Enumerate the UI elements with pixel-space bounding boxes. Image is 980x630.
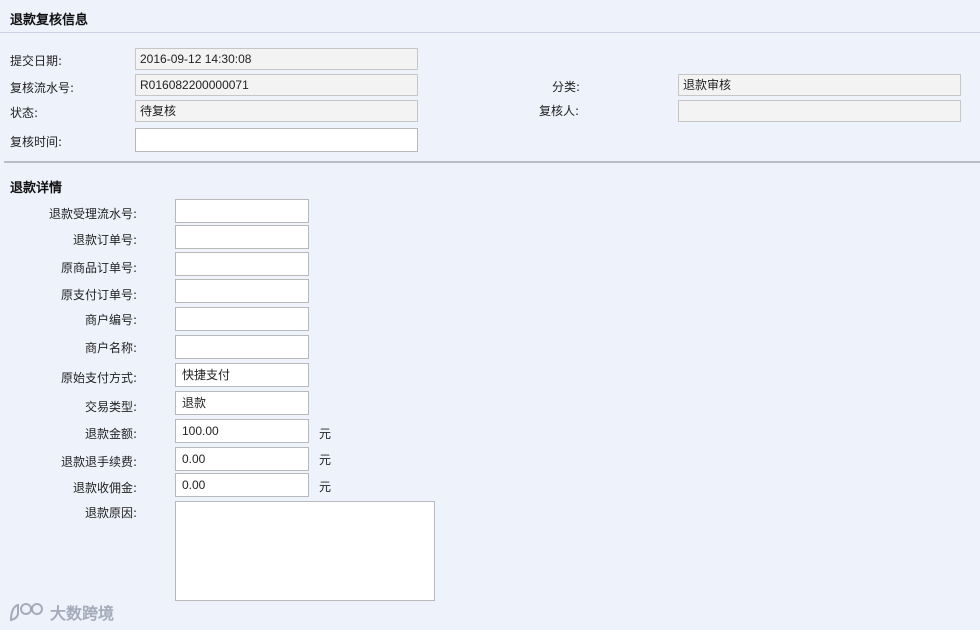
refund-reason-label: 退款原因: <box>84 506 137 520</box>
merchant-name-field[interactable] <box>175 335 309 359</box>
refund-amount-label: 退款金额: <box>84 427 137 441</box>
refund-fee-unit: 元 <box>319 453 332 467</box>
status-label: 状态: <box>10 106 39 120</box>
watermark: 大数跨境 <box>8 600 114 624</box>
merchant-id-label: 商户编号: <box>84 313 137 327</box>
category-field[interactable]: 退款审核 <box>678 74 961 96</box>
submit-date-field[interactable]: 2016-09-12 14:30:08 <box>135 48 418 70</box>
refund-amount-field[interactable]: 100.00 <box>175 419 309 443</box>
reviewer-field[interactable] <box>678 100 961 122</box>
trade-type-label: 交易类型: <box>84 400 137 414</box>
category-label: 分类: <box>552 80 581 94</box>
original-goods-order-field[interactable] <box>175 252 309 276</box>
original-goods-order-label: 原商品订单号: <box>60 261 137 275</box>
original-pay-method-field[interactable]: 快捷支付 <box>175 363 309 387</box>
watermark-logo-icon <box>8 601 46 623</box>
reviewer-label: 复核人: <box>539 104 580 118</box>
refund-commission-unit: 元 <box>319 480 332 494</box>
refund-accept-serial-label: 退款受理流水号: <box>48 207 137 221</box>
refund-reason-textarea[interactable] <box>175 501 435 601</box>
refund-commission-field[interactable]: 0.00 <box>175 473 309 497</box>
refund-order-field[interactable] <box>175 225 309 249</box>
original-pay-order-field[interactable] <box>175 279 309 303</box>
refund-amount-unit: 元 <box>319 427 332 441</box>
merchant-name-label: 商户名称: <box>84 341 137 355</box>
title-divider <box>0 32 980 33</box>
details-title: 退款详情 <box>10 181 63 196</box>
refund-commission-label: 退款收佣金: <box>72 481 137 495</box>
section-divider <box>4 161 980 163</box>
refund-fee-label: 退款退手续费: <box>60 455 137 469</box>
submit-date-label: 提交日期: <box>10 54 63 68</box>
refund-fee-field[interactable]: 0.00 <box>175 447 309 471</box>
merchant-id-field[interactable] <box>175 307 309 331</box>
review-time-label: 复核时间: <box>10 135 63 149</box>
status-field[interactable]: 待复核 <box>135 100 418 122</box>
review-time-field[interactable] <box>135 128 418 152</box>
serial-label: 复核流水号: <box>10 81 75 95</box>
watermark-text: 大数跨境 <box>50 604 115 623</box>
refund-order-label: 退款订单号: <box>72 233 137 247</box>
original-pay-method-label: 原始支付方式: <box>60 371 137 385</box>
page-title: 退款复核信息 <box>10 13 89 28</box>
trade-type-field[interactable]: 退款 <box>175 391 309 415</box>
original-pay-order-label: 原支付订单号: <box>60 288 137 302</box>
refund-accept-serial-field[interactable] <box>175 199 309 223</box>
serial-field[interactable]: R016082200000071 <box>135 74 418 96</box>
